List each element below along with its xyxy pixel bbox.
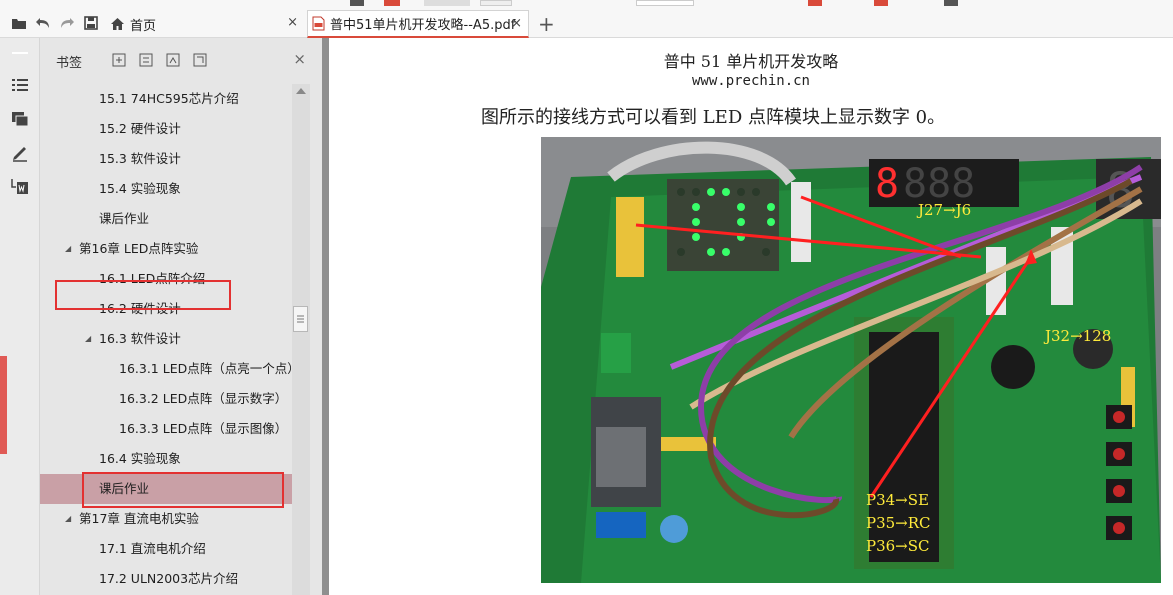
redo-icon[interactable]: [58, 14, 76, 32]
remove-bookmark-icon[interactable]: [139, 52, 153, 67]
wire-label-p36: P36→SC: [866, 537, 930, 555]
bookmark-item[interactable]: 16.4 实验现象: [40, 444, 292, 474]
bookmark-label: 16.4 实验现象: [99, 451, 181, 466]
open-folder-icon[interactable]: [10, 14, 28, 32]
panel-toggle-icon[interactable]: [11, 44, 29, 62]
bookmark-item[interactable]: 15.4 实验现象: [40, 174, 292, 204]
page-header-title: 普中 51 单片机开发攻略: [663, 52, 839, 71]
signature-icon[interactable]: [11, 144, 29, 162]
toolbar-fragment: [480, 0, 512, 6]
bookmark-label: 16.3 软件设计: [99, 331, 181, 346]
dev-board-illustration: 8 888 8: [541, 137, 1161, 583]
bookmark-chapter-16[interactable]: ◢ 第16章 LED点阵实验: [40, 234, 292, 264]
toolbar-fragment: [636, 0, 694, 6]
home-icon: [110, 17, 125, 31]
save-icon[interactable]: [82, 14, 100, 32]
bookmark-item[interactable]: 15.3 软件设计: [40, 144, 292, 174]
wire-label-j32: J32→128: [1045, 327, 1112, 345]
tab-pdf-close-icon[interactable]: ×: [511, 16, 522, 31]
bookmark-label: 16.3.1 LED点阵（点亮一个点）: [119, 361, 292, 376]
bookmark-item[interactable]: 16.3.1 LED点阵（点亮一个点）: [40, 354, 292, 384]
bookmark-item[interactable]: 16.3.3 LED点阵（显示图像）: [40, 414, 292, 444]
wire-label-p34: P34→SE: [866, 491, 929, 509]
svg-text:8: 8: [875, 161, 899, 207]
bookmark-label: 16.3.3 LED点阵（显示图像）: [119, 421, 288, 436]
highlight-box-homework: [82, 472, 284, 508]
bookmark-label: 15.4 实验现象: [99, 181, 181, 196]
bookmark-scrollbar[interactable]: [292, 84, 310, 595]
new-tab-button[interactable]: +: [538, 14, 555, 34]
wire-label-p35: P35→RC: [866, 514, 931, 532]
toolbar-fragment: [874, 0, 888, 6]
tab-home-close-icon[interactable]: ×: [287, 15, 298, 30]
bookmark-item[interactable]: ◢ 16.3 软件设计: [40, 324, 292, 354]
bookmark-item[interactable]: 17.1 直流电机介绍: [40, 534, 292, 564]
tab-home[interactable]: 首页 ×: [104, 10, 304, 38]
bookmark-chapter-17[interactable]: ◢ 第17章 直流电机实验: [40, 504, 292, 534]
bookmark-item[interactable]: 课后作业: [40, 204, 292, 234]
panel-collapse-handle[interactable]: [0, 356, 7, 454]
bookmark-label: 17.1 直流电机介绍: [99, 541, 206, 556]
document-paragraph: 图所示的接线方式可以看到 LED 点阵模块上显示数字 0。: [481, 107, 946, 128]
collapse-arrow-icon[interactable]: ◢: [65, 234, 71, 264]
title-bar: 首页 × 普中51单片机开发攻略--A5.pdf × +: [0, 0, 1173, 38]
toolbar-fragment: [944, 0, 958, 6]
bookmark-list: 15.1 74HC595芯片介绍 15.2 硬件设计 15.3 软件设计 15.…: [40, 84, 292, 595]
bookmark-item[interactable]: 17.2 ULN2003芯片介绍: [40, 564, 292, 594]
page-header-url: www.prechin.cn: [691, 73, 810, 89]
bookmark-item[interactable]: 15.2 硬件设计: [40, 114, 292, 144]
bookmark-label: 课后作业: [99, 211, 150, 226]
highlight-box-chapter: [55, 280, 231, 310]
toolbar-fragment: [808, 0, 822, 6]
pdf-file-icon: [312, 16, 325, 31]
bookmark-label: 17.2 ULN2003芯片介绍: [99, 571, 239, 586]
bookmark-panel: 书签 × 15.1 74HC595芯片介绍 15.2 硬件设计 15.3 软件设…: [40, 38, 322, 595]
bookmark-panel-header: 书签 ×: [40, 38, 322, 76]
document-view: 普中 51 单片机开发攻略 www.prechin.cn 图所示的接线方式可以看…: [329, 38, 1173, 595]
wire-label-j27: J27→J6: [918, 201, 972, 219]
thumbnail-icon[interactable]: [11, 110, 29, 128]
side-tool-strip: [0, 38, 40, 595]
bookmark-panel-title: 书签: [56, 56, 83, 71]
collapse-arrow-icon[interactable]: ◢: [85, 324, 91, 354]
bookmark-properties-icon[interactable]: [193, 52, 207, 67]
bookmark-label: 15.3 软件设计: [99, 151, 181, 166]
convert-to-word-icon[interactable]: [11, 178, 29, 196]
undo-icon[interactable]: [34, 14, 52, 32]
collapse-arrow-icon[interactable]: ◢: [65, 504, 71, 534]
bookmark-list-icon[interactable]: [11, 76, 29, 94]
tab-pdf-label: 普中51单片机开发攻略--A5.pdf: [330, 18, 516, 33]
bookmark-panel-close-icon[interactable]: ×: [293, 50, 306, 68]
dev-board-photo: 8 888 8 J27→J6 J32→128 P34→SE P35→RC P36…: [541, 137, 1161, 583]
bookmark-item[interactable]: 15.1 74HC595芯片介绍: [40, 84, 292, 114]
scroll-thumb[interactable]: [293, 306, 308, 332]
tab-home-label: 首页: [130, 18, 157, 34]
toolbar-fragment: [424, 0, 470, 6]
bookmark-label: 第17章 直流电机实验: [79, 511, 199, 526]
tab-pdf-document[interactable]: 普中51单片机开发攻略--A5.pdf ×: [307, 10, 529, 38]
scroll-up-arrow-icon[interactable]: [296, 88, 306, 94]
add-bookmark-icon[interactable]: [112, 52, 126, 67]
panel-splitter[interactable]: [322, 38, 329, 595]
bookmark-label: 第16章 LED点阵实验: [79, 241, 199, 256]
bookmark-label: 15.2 硬件设计: [99, 121, 181, 136]
toolbar-fragment: [384, 0, 400, 6]
bookmark-label: 16.3.2 LED点阵（显示数字）: [119, 391, 288, 406]
expand-bookmarks-icon[interactable]: [166, 52, 180, 67]
bookmark-item[interactable]: 16.3.2 LED点阵（显示数字）: [40, 384, 292, 414]
toolbar-fragment: [350, 0, 364, 6]
bookmark-label: 15.1 74HC595芯片介绍: [99, 91, 239, 106]
